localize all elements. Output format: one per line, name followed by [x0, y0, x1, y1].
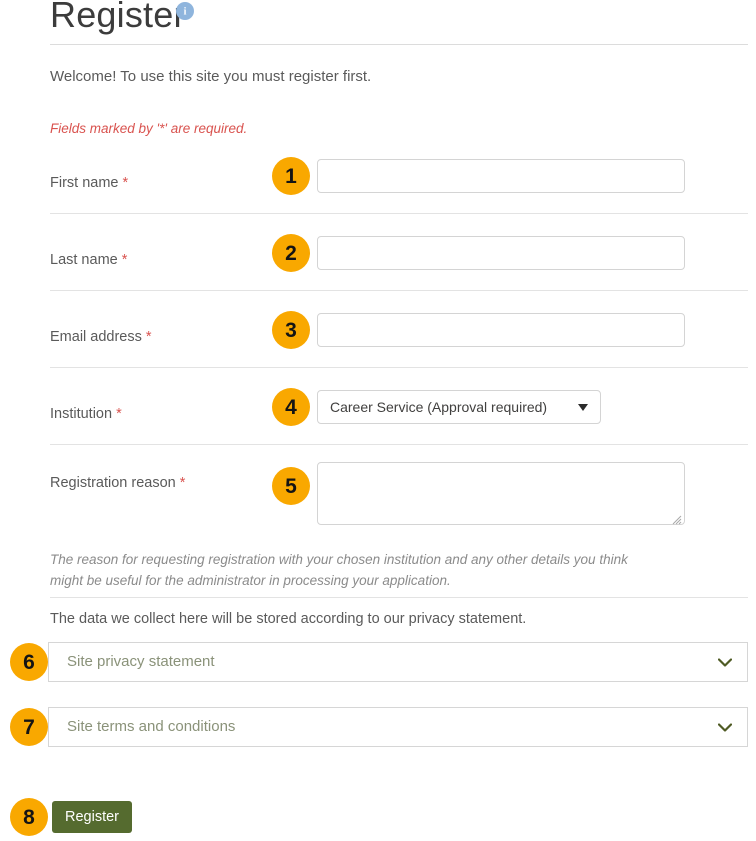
- email-label-text: Email address: [50, 329, 142, 345]
- accordion-site-terms-and-conditions[interactable]: Site terms and conditions: [48, 707, 748, 747]
- step-badge-8: 8: [10, 798, 48, 836]
- last-name-label-text: Last name: [50, 252, 118, 268]
- step-badge-4: 4: [272, 388, 310, 426]
- form-row-divider-4: [50, 444, 748, 445]
- privacy-note: The data we collect here will be stored …: [50, 611, 527, 627]
- accordion-label: Site terms and conditions: [67, 718, 236, 735]
- form-row-divider-1: [50, 213, 748, 214]
- first-name-label-text: First name: [50, 175, 119, 191]
- chevron-down-icon: [578, 403, 588, 411]
- last-name-input[interactable]: [317, 236, 685, 270]
- required-star: *: [145, 329, 152, 345]
- institution-select-value: Career Service (Approval required): [330, 399, 548, 415]
- first-name-input[interactable]: [317, 159, 685, 193]
- last-name-label: Last name *: [50, 250, 127, 270]
- first-name-label: First name *: [50, 173, 128, 193]
- registration-reason-textarea[interactable]: [317, 462, 685, 525]
- info-circle-icon[interactable]: i: [176, 2, 194, 20]
- required-star: *: [122, 175, 129, 191]
- required-star: *: [179, 475, 186, 491]
- email-label: Email address *: [50, 327, 152, 347]
- step-badge-5: 5: [272, 467, 310, 505]
- welcome-text: Welcome! To use this site you must regis…: [50, 68, 372, 85]
- registration-reason-label-text: Registration reason: [50, 475, 176, 491]
- step-badge-1: 1: [272, 157, 310, 195]
- accordion-label: Site privacy statement: [67, 653, 215, 670]
- institution-label-text: Institution: [50, 406, 113, 422]
- step-badge-2: 2: [272, 234, 310, 272]
- required-fields-note: Fields marked by '*' are required.: [50, 121, 248, 136]
- form-row-divider-2: [50, 290, 748, 291]
- institution-select[interactable]: Career Service (Approval required): [317, 390, 601, 424]
- page-header: Register i: [50, 0, 750, 44]
- header-divider: [50, 44, 748, 45]
- accordion-site-privacy-statement[interactable]: Site privacy statement: [48, 642, 748, 682]
- required-star: *: [116, 406, 122, 422]
- register-button[interactable]: Register: [52, 801, 132, 833]
- step-badge-7: 7: [10, 708, 48, 746]
- page-title: Register: [50, 0, 186, 35]
- svg-text:i: i: [184, 7, 187, 18]
- email-input[interactable]: [317, 313, 685, 347]
- step-badge-3: 3: [272, 311, 310, 349]
- chevron-down-icon: [717, 654, 733, 670]
- required-star: *: [121, 252, 128, 268]
- registration-reason-help-text: The reason for requesting registration w…: [50, 552, 628, 588]
- register-page: Register i Welcome! To use this site you…: [0, 0, 756, 841]
- form-row-divider-3: [50, 367, 748, 368]
- institution-label: Institution *: [50, 404, 122, 424]
- step-badge-6: 6: [10, 643, 48, 681]
- privacy-divider: [50, 597, 748, 598]
- registration-reason-label: Registration reason *: [50, 473, 185, 493]
- chevron-down-icon: [717, 719, 733, 735]
